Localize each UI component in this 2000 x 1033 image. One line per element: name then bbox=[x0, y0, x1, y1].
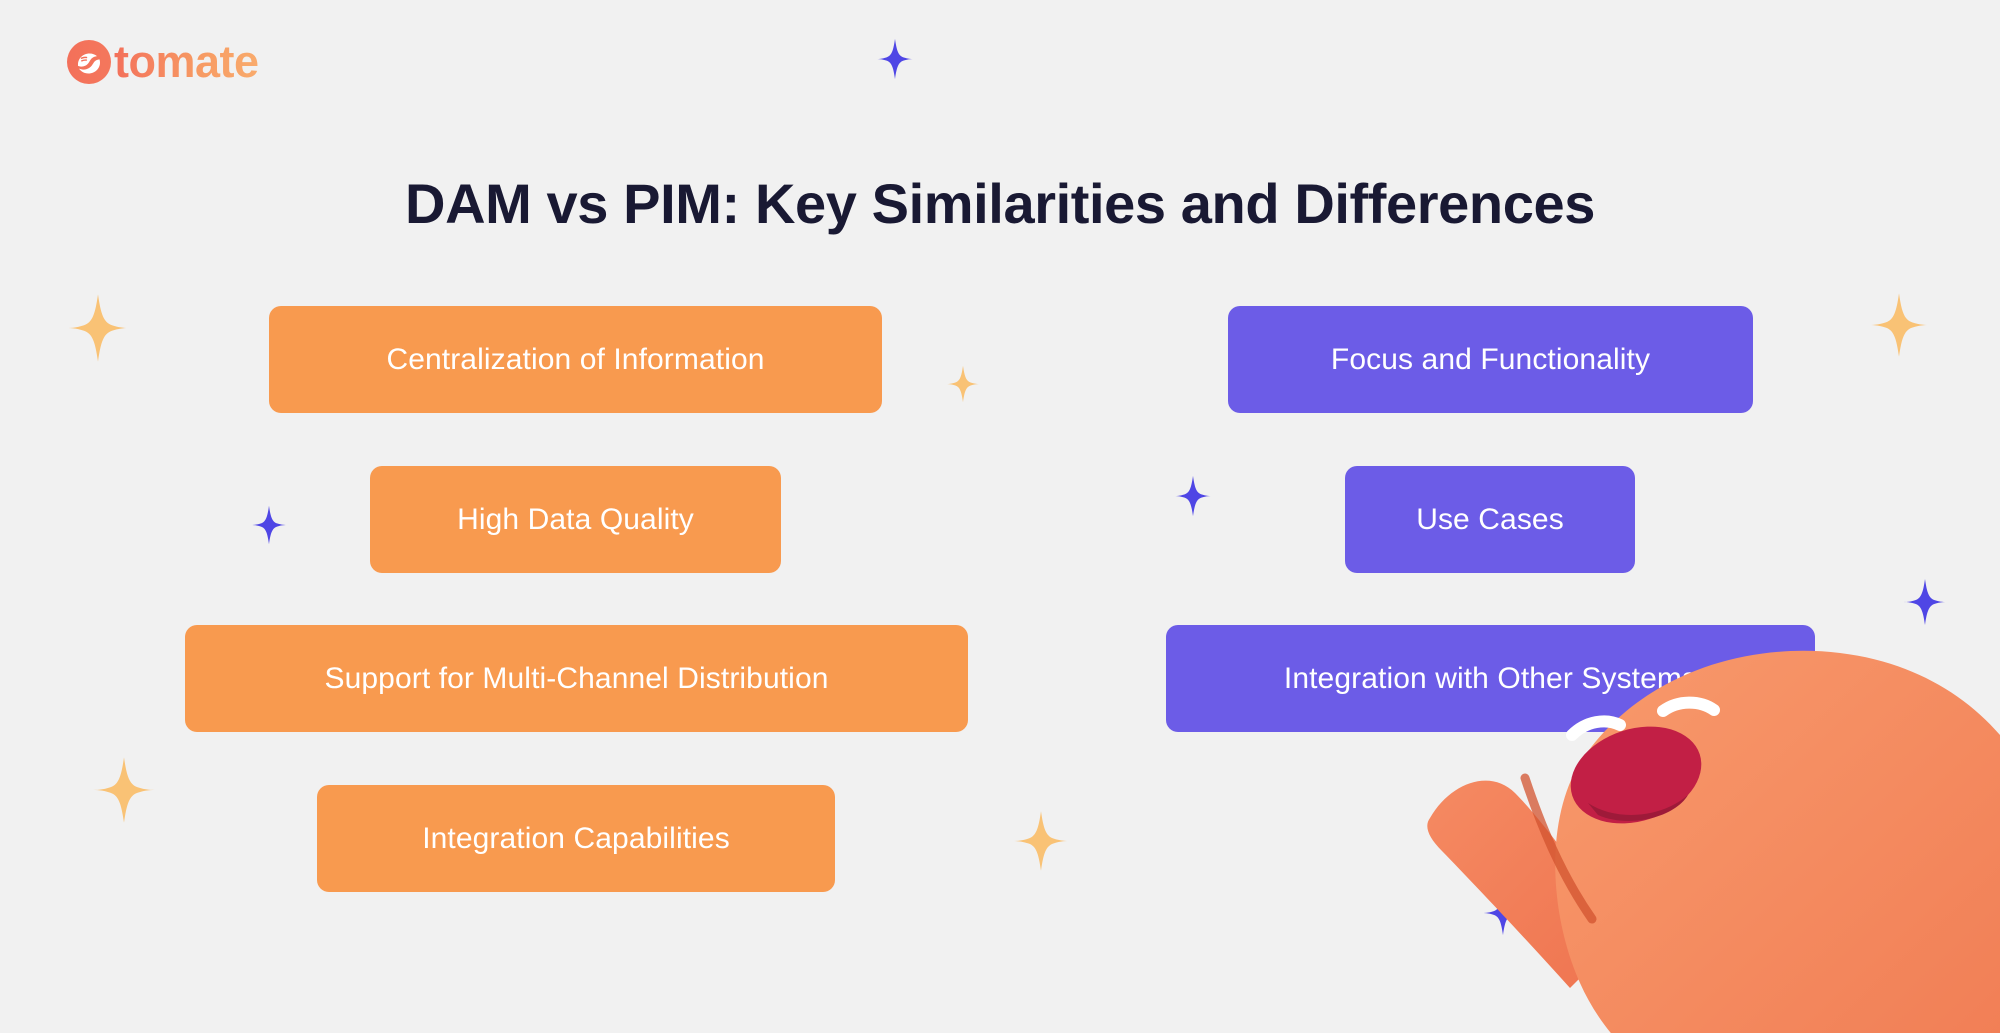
otomate-bird-circle-icon bbox=[66, 39, 112, 85]
right-pill-focus-and-functionality[interactable]: Focus and Functionality bbox=[1228, 306, 1753, 413]
pill-label: Focus and Functionality bbox=[1330, 342, 1651, 376]
pill-label: Use Cases bbox=[1416, 502, 1564, 536]
sparkle-purple-left-mid-icon bbox=[249, 505, 289, 545]
page-title: DAM vs PIM: Key Similarities and Differe… bbox=[405, 171, 1595, 235]
pill-label: Integration Capabilities bbox=[422, 821, 730, 855]
sparkle-orange-bottom-icon bbox=[1010, 810, 1072, 872]
pill-label: High Data Quality bbox=[457, 502, 694, 536]
left-pill-high-data-quality[interactable]: High Data Quality bbox=[370, 466, 781, 573]
left-pill-support-for-multi-channel-distribution[interactable]: Support for Multi-Channel Distribution bbox=[185, 625, 968, 732]
left-pill-integration-capabilities[interactable]: Integration Capabilities bbox=[317, 785, 835, 892]
sparkle-orange-mid-icon bbox=[944, 365, 982, 403]
poster-canvas: tomate DAM vs PIM: Key Similarities and … bbox=[0, 0, 2000, 1033]
sparkle-purple-bottom-icon bbox=[1480, 890, 1526, 936]
left-pill-centralization-of-information[interactable]: Centralization of Information bbox=[269, 306, 882, 413]
sparkle-orange-right-upper-icon bbox=[1866, 292, 1932, 358]
sparkle-orange-left-upper-icon bbox=[63, 293, 133, 363]
brand-logo-text: tomate bbox=[114, 36, 259, 87]
right-pill-use-cases[interactable]: Use Cases bbox=[1345, 466, 1635, 573]
sparkle-orange-left-lower-icon bbox=[90, 756, 158, 824]
right-pill-integration-with-other-systems[interactable]: Integration with Other Systems bbox=[1166, 625, 1815, 732]
pill-label: Integration with Other Systems bbox=[1283, 661, 1698, 695]
sparkle-purple-right-mid-icon bbox=[1901, 578, 1949, 626]
brand-logo[interactable]: tomate bbox=[66, 36, 259, 88]
pill-label: Support for Multi-Channel Distribution bbox=[324, 661, 829, 695]
pill-label: Centralization of Information bbox=[386, 342, 765, 376]
sparkle-purple-mid-icon bbox=[1172, 475, 1214, 517]
sparkle-purple-top-icon bbox=[874, 38, 916, 80]
